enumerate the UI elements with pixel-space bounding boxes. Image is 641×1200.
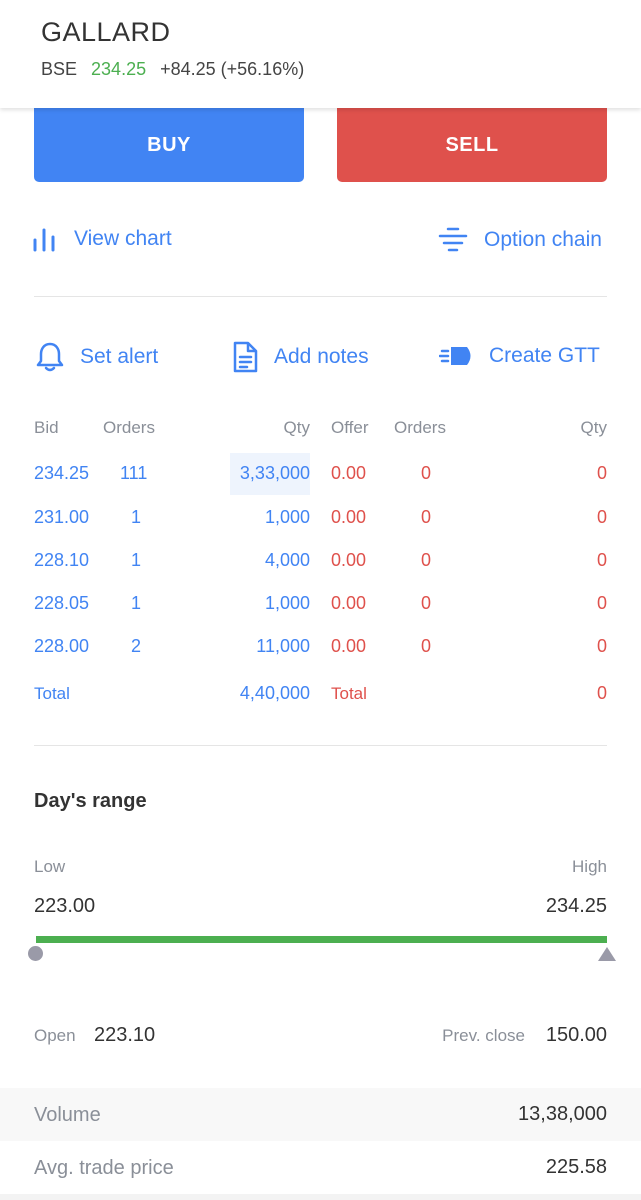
option-chain-link[interactable]: Option chain (438, 226, 602, 254)
depth-bid-qty: 1,000 (264, 507, 310, 527)
instrument-header: GALLARD BSE 234.25 +84.25 (+56.16%) (0, 0, 641, 108)
depth-bid-qty: 1,000 (264, 593, 310, 613)
current-price-marker (598, 947, 616, 961)
view-chart-link[interactable]: View chart (33, 226, 172, 252)
range-high-label: High (572, 857, 607, 876)
prev-close-label: Prev. close (442, 1026, 525, 1045)
depth-total-offer-qty: 0 (596, 683, 607, 703)
set-alert-link[interactable]: Set alert (35, 341, 158, 373)
low-marker (28, 946, 43, 961)
last-price: 234.25 (91, 59, 147, 79)
depth-total-bid-qty: 4,40,000 (239, 683, 310, 703)
depth-offer-orders: 0 (421, 507, 432, 527)
option-chain-label: Option chain (484, 228, 602, 251)
add-notes-link[interactable]: Add notes (231, 341, 369, 373)
depth-bid-orders: 1 (131, 550, 142, 570)
create-gtt-link[interactable]: Create GTT (439, 341, 600, 371)
set-alert-label: Set alert (80, 345, 159, 368)
depth-total-bid-label: Total (34, 684, 70, 703)
depth-bid-orders: 2 (131, 636, 142, 656)
depth-bid-orders: 111 (120, 463, 148, 483)
depth-header-bid-orders: Orders (103, 418, 155, 437)
depth-total-offer-label: Total (331, 684, 367, 703)
bell-icon (35, 341, 65, 373)
depth-offer-price[interactable]: 0.00 (331, 550, 366, 571)
depth-bid-price[interactable]: 228.10 (34, 550, 89, 571)
depth-offer-orders: 0 (421, 593, 432, 613)
depth-offer-orders: 0 (421, 636, 432, 656)
depth-offer-price[interactable]: 0.00 (331, 636, 366, 657)
add-notes-label: Add notes (274, 345, 369, 368)
depth-offer-qty: 0 (596, 636, 607, 656)
days-range-title: Day's range (34, 790, 147, 812)
depth-bid-orders: 1 (131, 593, 142, 613)
depth-offer-qty: 0 (596, 463, 607, 483)
depth-bid-orders: 1 (131, 507, 142, 527)
view-chart-label: View chart (74, 227, 172, 250)
bar-chart-icon (33, 226, 55, 252)
bottom-edge (0, 1194, 641, 1200)
depth-offer-price[interactable]: 0.00 (331, 507, 366, 528)
avg-price-label: Avg. trade price (34, 1157, 174, 1179)
volume-label: Volume (34, 1104, 101, 1126)
depth-header-bid: Bid (34, 418, 59, 437)
depth-bid-price[interactable]: 228.00 (34, 636, 89, 657)
create-gtt-label: Create GTT (489, 344, 600, 367)
depth-offer-price[interactable]: 0.00 (331, 593, 366, 614)
depth-offer-qty: 0 (596, 550, 607, 570)
buy-button[interactable]: BUY (34, 108, 304, 182)
depth-offer-qty: 0 (596, 593, 607, 613)
depth-offer-qty: 0 (596, 507, 607, 527)
avg-price-row: Avg. trade price 225.58 (0, 1141, 641, 1194)
depth-header-offer-qty: Qty (580, 418, 607, 437)
depth-bid-price[interactable]: 234.25 (34, 463, 89, 484)
document-icon (231, 341, 259, 373)
day-range-bar (36, 936, 607, 943)
volume-row: Volume 13,38,000 (0, 1088, 641, 1141)
depth-header-offer-orders: Orders (394, 418, 446, 437)
instrument-symbol: GALLARD (41, 17, 171, 47)
divider (34, 296, 607, 297)
depth-offer-orders: 0 (421, 550, 432, 570)
depth-bid-qty: 3,33,000 (239, 463, 310, 483)
open-label: Open (34, 1026, 76, 1045)
option-chain-icon (438, 226, 468, 254)
range-low-value: 223.00 (34, 895, 96, 917)
quote-line: BSE 234.25 +84.25 (+56.16%) (41, 59, 304, 80)
depth-bid-price[interactable]: 231.00 (34, 507, 89, 528)
depth-offer-orders: 0 (421, 463, 432, 483)
depth-bid-qty: 11,000 (256, 636, 310, 656)
gtt-icon (439, 341, 475, 371)
depth-header-offer: Offer (331, 418, 369, 437)
range-low-label: Low (34, 857, 66, 876)
depth-offer-price[interactable]: 0.00 (331, 463, 366, 484)
volume-value: 13,38,000 (518, 1103, 607, 1125)
avg-price-value: 225.58 (545, 1156, 607, 1178)
depth-bid-price[interactable]: 228.05 (34, 593, 89, 614)
open-value: 223.10 (94, 1024, 156, 1046)
range-high-value: 234.25 (545, 895, 607, 917)
exchange-label: BSE (41, 59, 78, 79)
price-change: +84.25 (+56.16%) (160, 59, 305, 79)
depth-header-bid-qty: Qty (283, 418, 310, 437)
depth-bid-qty: 4,000 (264, 550, 310, 570)
divider (34, 745, 607, 746)
prev-close-value: 150.00 (545, 1024, 607, 1046)
sell-button[interactable]: SELL (337, 108, 607, 182)
